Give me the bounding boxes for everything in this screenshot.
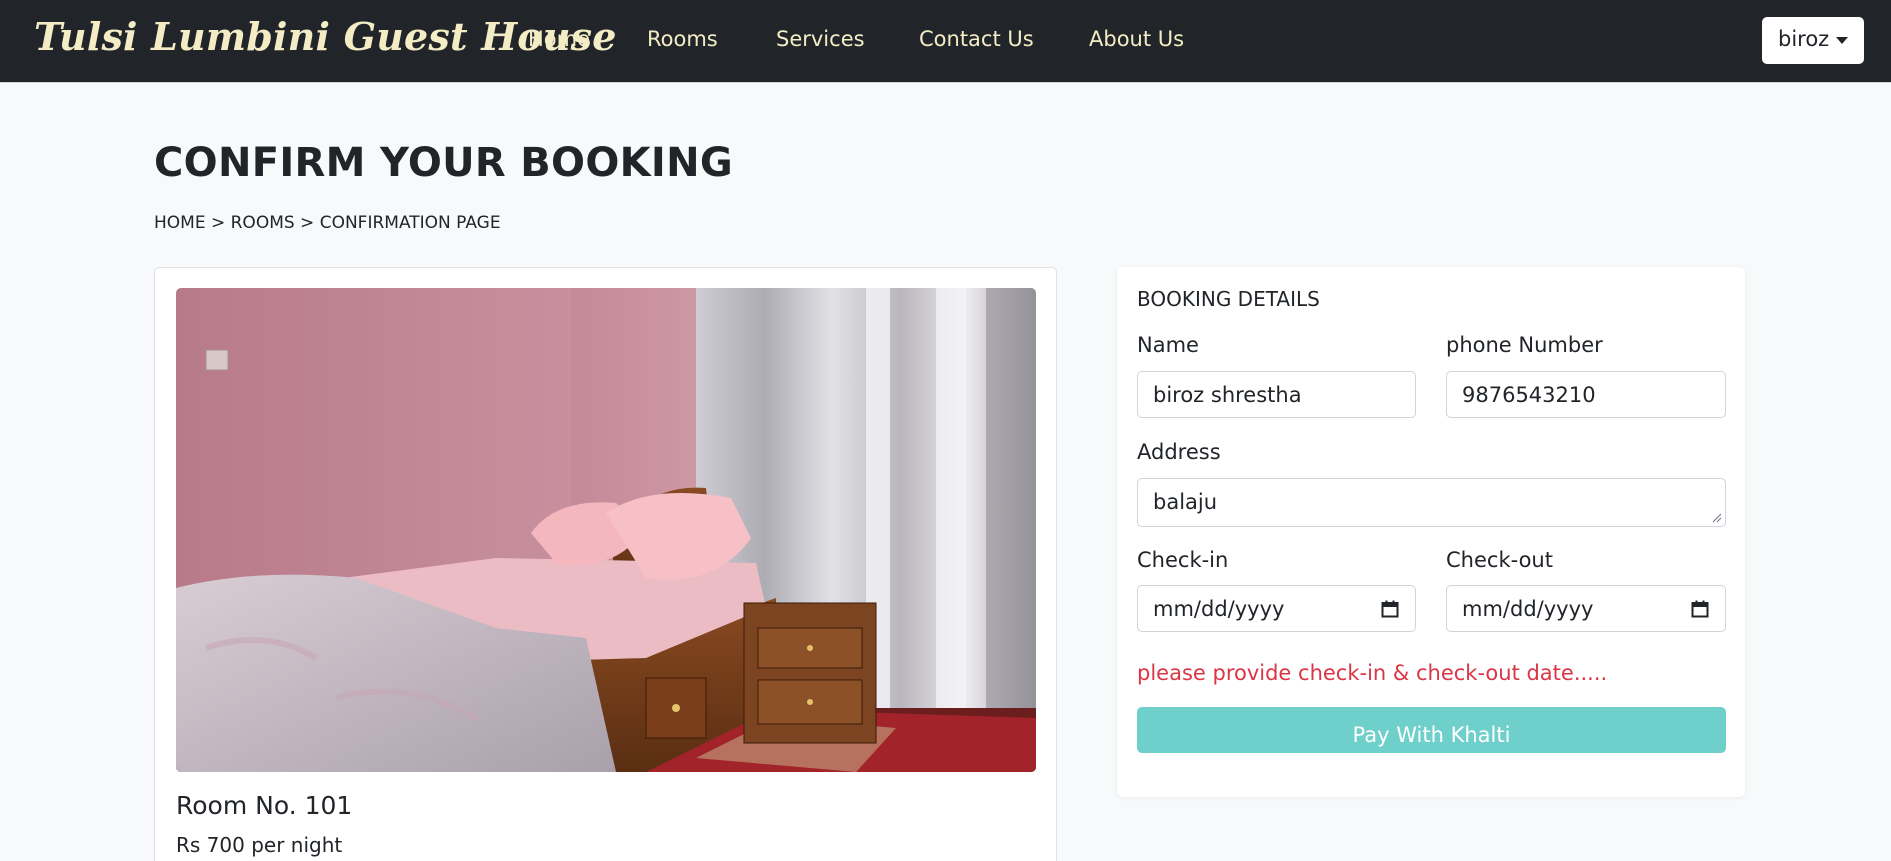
booking-details-card: BOOKING DETAILS Name biroz shrestha phon…	[1117, 267, 1745, 797]
check-in-label: Check-in	[1137, 548, 1229, 572]
address-textarea-value: balaju	[1153, 490, 1218, 514]
name-input-value: biroz shrestha	[1153, 383, 1302, 407]
calendar-icon[interactable]	[1691, 600, 1709, 618]
check-in-placeholder: mm/dd/yyyy	[1153, 597, 1285, 621]
user-dropdown-button[interactable]: biroz	[1762, 17, 1864, 64]
top-navbar: Tulsi Lumbini Guest House Home Rooms Ser…	[0, 0, 1891, 83]
check-in-date-input[interactable]: mm/dd/yyyy	[1137, 585, 1416, 632]
caret-down-icon	[1836, 37, 1848, 44]
resize-grip-icon[interactable]	[1712, 513, 1722, 523]
address-label: Address	[1137, 440, 1221, 464]
user-name-label: biroz	[1778, 27, 1830, 51]
check-out-placeholder: mm/dd/yyyy	[1462, 597, 1594, 621]
nav-link-rooms[interactable]: Rooms	[647, 27, 718, 51]
nav-link-services[interactable]: Services	[776, 27, 865, 51]
breadcrumb: HOME > ROOMS > CONFIRMATION PAGE	[154, 213, 501, 233]
nav-link-home[interactable]: Home	[528, 27, 590, 51]
pay-with-khalti-button[interactable]: Pay With Khalti	[1137, 707, 1726, 753]
check-out-date-input[interactable]: mm/dd/yyyy	[1446, 585, 1726, 632]
room-card: Room No. 101 Rs 700 per night	[154, 267, 1057, 861]
phone-number-label: phone Number	[1446, 333, 1603, 357]
check-out-label: Check-out	[1446, 548, 1553, 572]
name-input[interactable]: biroz shrestha	[1137, 371, 1416, 418]
nav-link-about-us[interactable]: About Us	[1089, 27, 1184, 51]
name-label: Name	[1137, 333, 1199, 357]
phone-number-input-value: 9876543210	[1462, 383, 1596, 407]
address-textarea[interactable]: balaju	[1137, 478, 1726, 527]
booking-details-heading: BOOKING DETAILS	[1137, 287, 1320, 311]
room-name: Room No. 101	[176, 791, 353, 820]
phone-number-input[interactable]: 9876543210	[1446, 371, 1726, 418]
date-error-message: please provide check-in & check-out date…	[1137, 661, 1608, 685]
calendar-icon[interactable]	[1381, 600, 1399, 618]
room-photo	[176, 288, 1036, 772]
nav-link-contact-us[interactable]: Contact Us	[919, 27, 1034, 51]
room-price: Rs 700 per night	[176, 833, 343, 857]
page-title: CONFIRM YOUR BOOKING	[154, 140, 734, 186]
